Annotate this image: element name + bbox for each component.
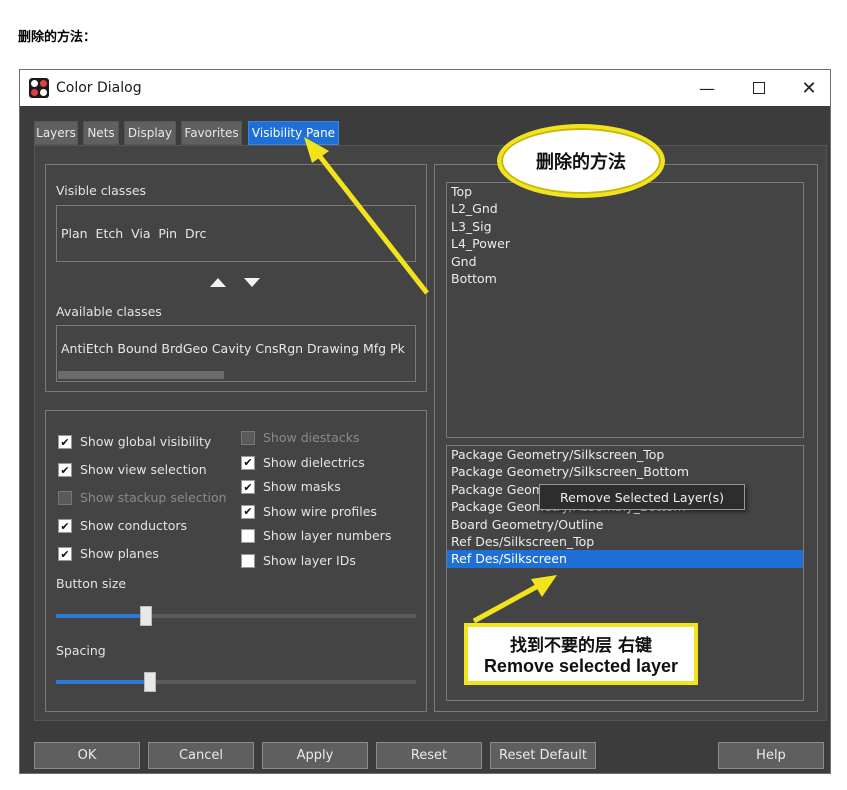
callout-delete-method: 删除的方法 [497,124,665,198]
callout-instruction-line1: 找到不要的层 右键 [510,636,652,656]
arrow-to-menu [472,583,540,624]
callout-instruction: 找到不要的层 右键 Remove selected layer [464,623,698,685]
arrow-to-tab [316,152,429,295]
arrow-to-tab-head [304,137,329,163]
callout-instruction-line2: Remove selected layer [483,656,679,676]
annotation-arrows [304,137,557,624]
